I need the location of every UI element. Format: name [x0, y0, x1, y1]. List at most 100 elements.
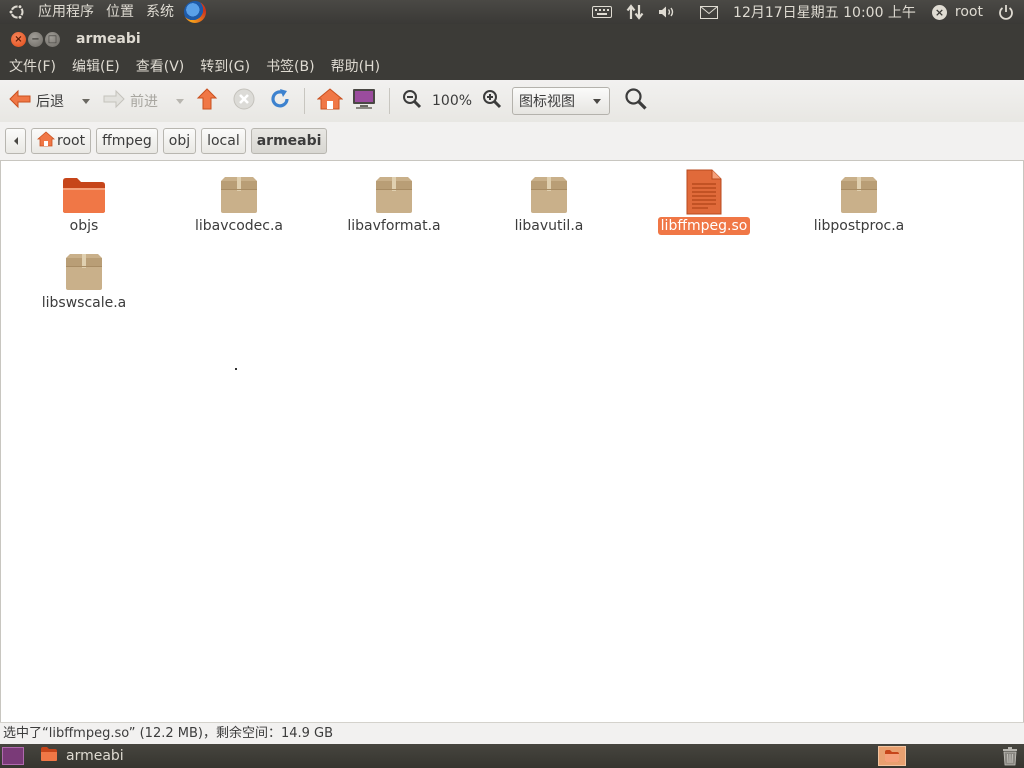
file-name: libavcodec.a [194, 218, 284, 234]
chevron-down-icon [593, 98, 602, 104]
network-icon[interactable] [619, 0, 651, 24]
forward-arrow-icon [102, 89, 126, 113]
ubuntu-logo-icon[interactable] [8, 3, 26, 21]
package-icon [837, 175, 881, 215]
menu-go[interactable]: 转到(G) [192, 54, 258, 80]
window-title: armeabi [76, 31, 141, 47]
computer-icon [351, 87, 377, 115]
zoom-out-icon [402, 89, 422, 113]
menu-help[interactable]: 帮助(H) [323, 54, 388, 80]
clock[interactable]: 12月17日星期五 10:00 上午 [725, 2, 924, 22]
user-name: root [954, 4, 983, 20]
breadcrumb-obj[interactable]: obj [162, 128, 197, 154]
document-icon [686, 169, 722, 215]
back-history-dropdown[interactable] [82, 98, 90, 104]
file-item-libpostproc[interactable]: libpostproc.a [789, 175, 929, 235]
menu-edit[interactable]: 编辑(E) [64, 54, 128, 80]
breadcrumb-scroll-left-button[interactable] [5, 128, 26, 154]
menu-file[interactable]: 文件(F) [0, 54, 64, 80]
back-label: 后退 [36, 94, 64, 110]
home-button[interactable] [313, 85, 347, 117]
status-offline-icon: × [931, 4, 947, 20]
home-icon [316, 87, 344, 115]
zoom-out-button[interactable] [398, 85, 426, 117]
toolbar-separator [304, 88, 305, 114]
breadcrumb-label: ffmpeg [102, 133, 152, 149]
up-button[interactable] [192, 85, 222, 117]
top-panel: 应用程序 位置 系统 12月17日星期五 10:00 上午 × root [0, 0, 1024, 24]
breadcrumb-label: armeabi [256, 133, 322, 149]
file-name: libffmpeg.so [657, 217, 751, 235]
zoom-level[interactable]: 100% [426, 93, 478, 109]
zoom-in-button[interactable] [478, 85, 506, 117]
search-button[interactable] [620, 85, 652, 117]
show-desktop-icon[interactable] [2, 747, 24, 765]
file-name: libavutil.a [514, 218, 584, 234]
taskbar-window-armeabi[interactable]: armeabi [40, 746, 124, 766]
applications-menu[interactable]: 应用程序 [32, 0, 100, 24]
file-item-libswscale[interactable]: libswscale.a [14, 252, 154, 312]
volume-icon[interactable] [651, 0, 683, 24]
reload-icon [268, 87, 292, 115]
forward-button[interactable]: 前进 [98, 85, 162, 117]
close-window-button[interactable]: × [11, 31, 26, 47]
breadcrumb: root ffmpeg obj local armeabi [0, 122, 1024, 160]
breadcrumb-label: root [57, 133, 86, 149]
firefox-icon[interactable] [184, 1, 206, 23]
folder-icon [61, 175, 107, 215]
home-icon [36, 131, 56, 151]
file-name: objs [69, 218, 99, 234]
search-icon [624, 87, 648, 115]
breadcrumb-label: local [207, 133, 240, 149]
file-name: libavformat.a [347, 218, 441, 234]
breadcrumb-armeabi[interactable]: armeabi [250, 128, 328, 154]
file-item-objs[interactable]: objs [14, 175, 154, 235]
package-icon [217, 175, 261, 215]
stop-icon [232, 87, 256, 115]
workspace-switcher[interactable] [878, 746, 906, 766]
power-icon[interactable] [991, 0, 1024, 24]
mouse-cursor [235, 368, 237, 370]
zoom-in-icon [482, 89, 502, 113]
stop-button[interactable] [228, 85, 260, 117]
up-arrow-icon [196, 87, 218, 115]
breadcrumb-label: obj [168, 133, 191, 149]
file-view[interactable]: objs libavcodec.a libavformat.a libavuti… [0, 160, 1024, 722]
file-item-libffmpeg[interactable]: libffmpeg.so [634, 169, 774, 235]
package-icon [62, 252, 106, 292]
maximize-window-button[interactable]: □ [45, 31, 60, 47]
keyboard-icon[interactable] [585, 0, 619, 24]
menu-view[interactable]: 查看(V) [128, 54, 193, 80]
breadcrumb-ffmpeg[interactable]: ffmpeg [96, 128, 158, 154]
file-name: libpostproc.a [813, 218, 905, 234]
user-menu[interactable]: × root [924, 4, 991, 20]
file-item-libavformat[interactable]: libavformat.a [324, 175, 464, 235]
minimize-window-button[interactable]: − [28, 31, 43, 47]
file-item-libavutil[interactable]: libavutil.a [479, 175, 619, 235]
breadcrumb-local[interactable]: local [201, 128, 246, 154]
toolbar: 后退 前进 100% 图标视图 [0, 80, 1024, 122]
computer-button[interactable] [347, 85, 381, 117]
menubar: 文件(F) 编辑(E) 查看(V) 转到(G) 书签(B) 帮助(H) [0, 54, 1024, 80]
taskbar-label: armeabi [66, 748, 124, 764]
package-icon [527, 175, 571, 215]
system-menu[interactable]: 系统 [140, 0, 180, 24]
toolbar-separator [389, 88, 390, 114]
file-item-libavcodec[interactable]: libavcodec.a [169, 175, 309, 235]
status-text: 选中了“libffmpeg.so” (12.2 MB)，剩余空间：14.9 GB [3, 726, 334, 741]
breadcrumb-root[interactable]: root [31, 128, 92, 154]
reload-button[interactable] [264, 85, 296, 117]
view-mode-select[interactable]: 图标视图 [512, 87, 611, 115]
back-button[interactable]: 后退 [4, 85, 68, 117]
menu-bookmarks[interactable]: 书签(B) [258, 54, 323, 80]
back-arrow-icon [8, 89, 32, 113]
forward-history-dropdown[interactable] [176, 98, 184, 104]
forward-label: 前进 [130, 94, 158, 110]
view-mode-value: 图标视图 [519, 94, 576, 110]
folder-icon [40, 746, 58, 766]
window-titlebar[interactable]: × − □ armeabi [0, 24, 1024, 54]
places-menu[interactable]: 位置 [100, 0, 140, 24]
mail-icon[interactable] [693, 0, 725, 24]
trash-icon[interactable] [998, 745, 1022, 767]
bottom-panel: armeabi [0, 744, 1024, 768]
